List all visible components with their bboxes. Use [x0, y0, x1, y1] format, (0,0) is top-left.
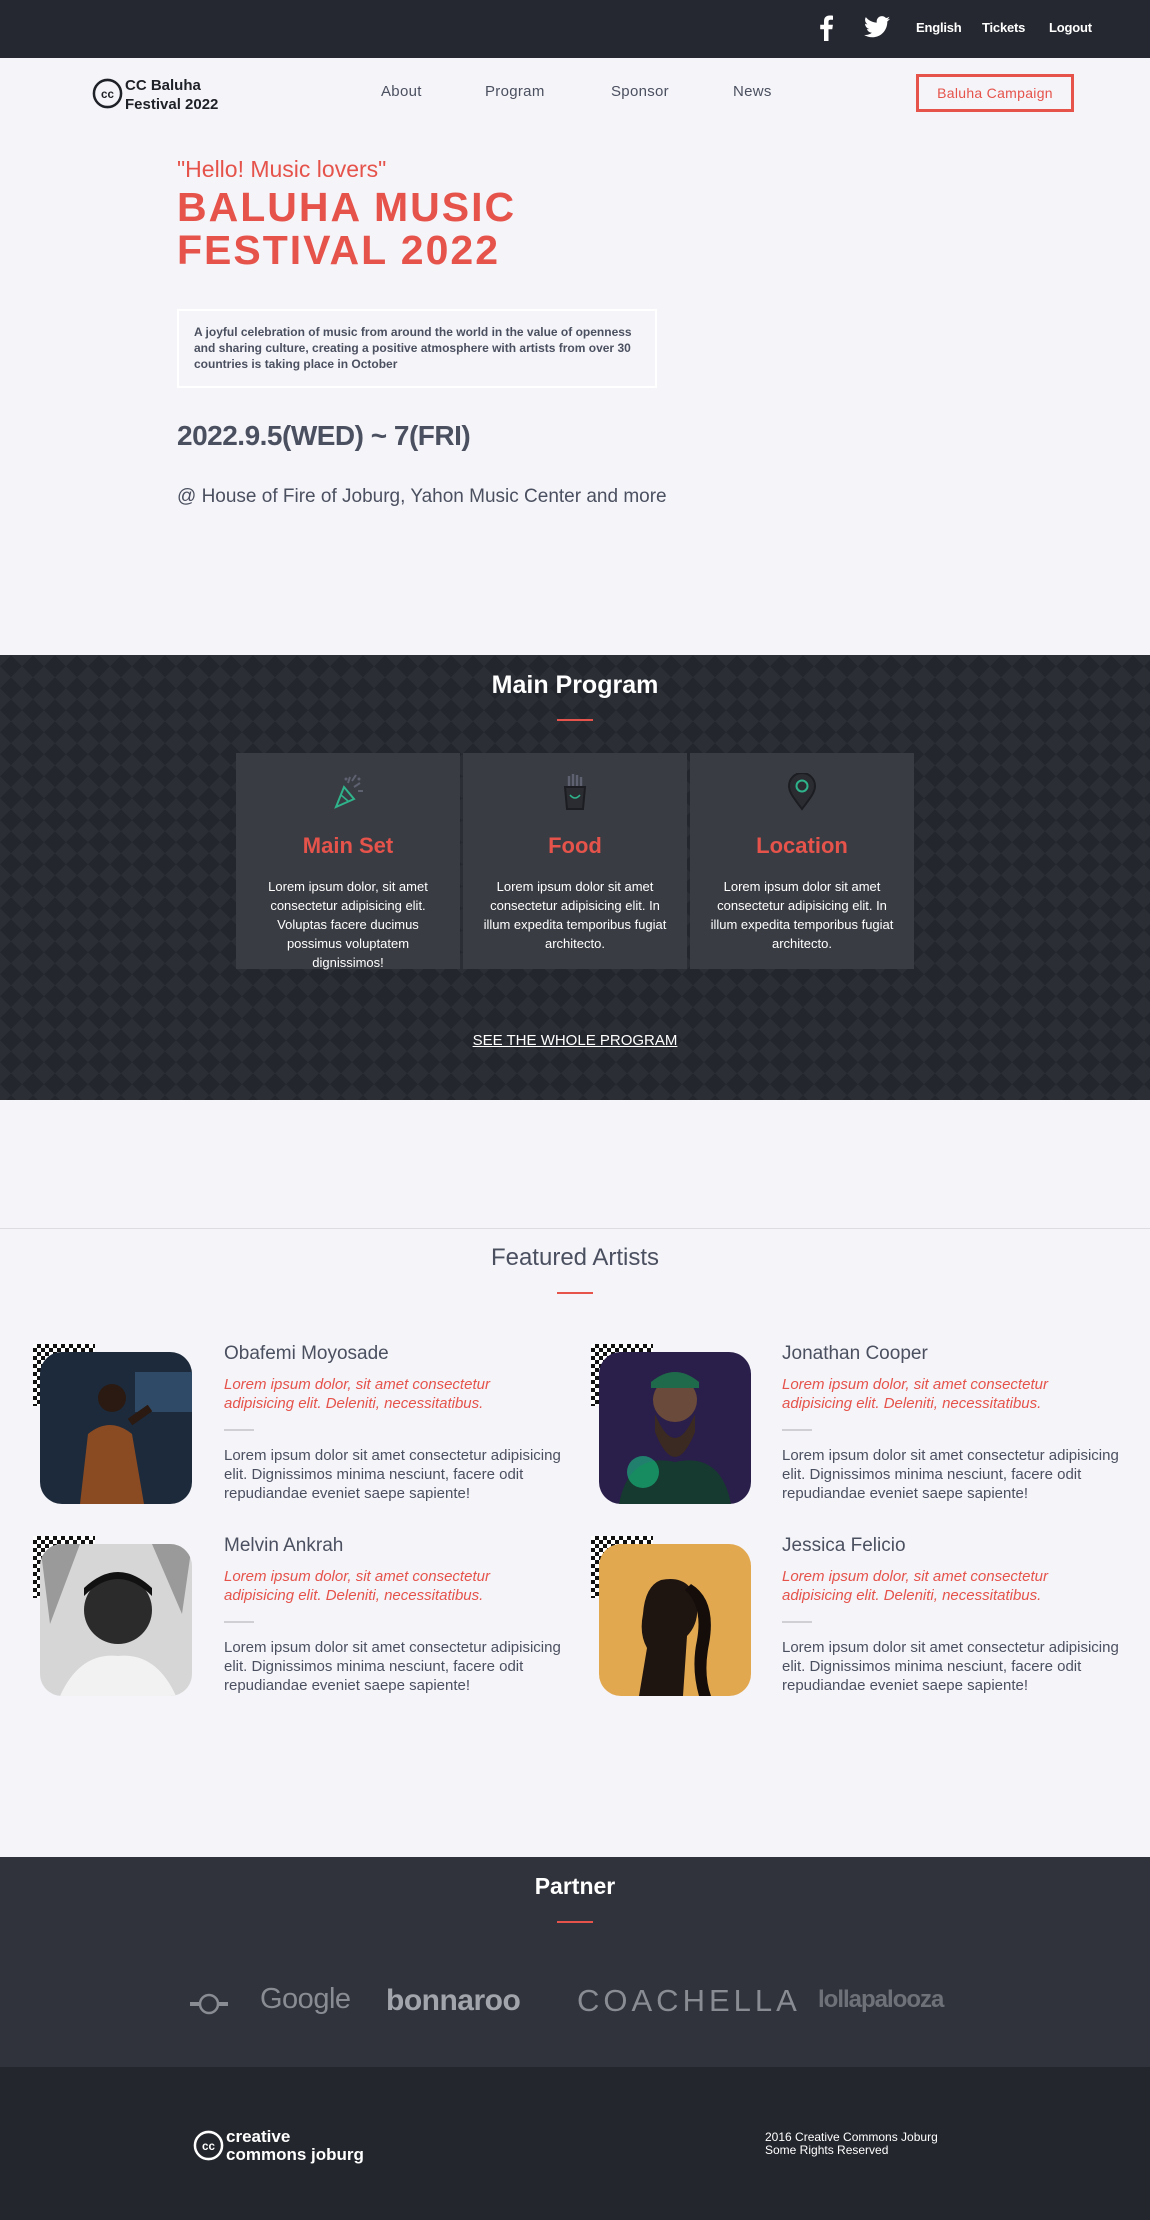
tickets-link[interactable]: Tickets	[982, 20, 1025, 35]
language-link[interactable]: English	[916, 20, 962, 35]
party-popper-icon	[334, 774, 363, 809]
partner-google-logo: Google	[260, 1983, 351, 2015]
creative-commons-icon: cc	[193, 2130, 224, 2161]
artist-divider	[224, 1429, 254, 1431]
program-title: Main Program	[491, 671, 659, 699]
footer-logo-line1: creative	[226, 2127, 291, 2146]
artist-photo	[40, 1544, 192, 1696]
artist-bio: Lorem ipsum dolor sit amet consectetur a…	[782, 1639, 1119, 1694]
artist-bio: Lorem ipsum dolor sit amet consectetur a…	[224, 1447, 561, 1502]
artist-name: Obafemi Moyosade	[224, 1343, 389, 1364]
artist-photo	[599, 1352, 751, 1504]
top-bar: English Tickets Logout	[0, 0, 1150, 58]
card-text: Lorem ipsum dolor, sit amet consectetur …	[268, 879, 428, 970]
partner-bonnaroo-logo: bonnaroo	[386, 1984, 521, 2017]
artist-name: Melvin Ankrah	[224, 1535, 344, 1556]
copyright-line2: Some Rights Reserved	[765, 2143, 889, 2157]
card-title: Location	[756, 833, 848, 858]
artists-title-accent	[557, 1292, 593, 1294]
hero-title-line1: BALUHA MUSIC	[177, 184, 517, 230]
card-text: Lorem ipsum dolor sit amet consectetur a…	[483, 879, 667, 951]
site-logo[interactable]: cc CC Baluha Festival 2022	[92, 75, 262, 115]
card-title: Food	[548, 833, 602, 858]
artist-name: Jessica Felicio	[782, 1535, 906, 1556]
program-card-main-set[interactable]: Main Set Lorem ipsum dolor, sit amet con…	[236, 753, 460, 970]
hero-greeting: "Hello! Music lovers"	[177, 156, 387, 182]
logout-link[interactable]: Logout	[1049, 20, 1092, 35]
hero-title-line2: FESTIVAL 2022	[177, 227, 500, 273]
artist-divider	[782, 1621, 812, 1623]
artist-divider	[224, 1621, 254, 1623]
artist-photo	[40, 1352, 192, 1504]
brand-name-line2: Festival 2022	[125, 96, 219, 113]
footer-logo[interactable]: cc creative commons joburg	[193, 2128, 393, 2168]
artist-bio: Lorem ipsum dolor sit amet consectetur a…	[224, 1639, 561, 1694]
card-title: Main Set	[302, 833, 394, 858]
hero-description: A joyful celebration of music from aroun…	[177, 309, 657, 388]
artist-quote: Lorem ipsum dolor, sit amet consectetur …	[782, 1568, 1048, 1604]
card-text: Lorem ipsum dolor sit amet consectetur a…	[710, 879, 894, 951]
brand-name-line1: CC Baluha	[125, 77, 201, 94]
artist-photo	[599, 1544, 751, 1696]
svg-text:cc: cc	[101, 88, 114, 101]
partner-coachella-logo: COACHELLA	[577, 1983, 801, 2018]
twitter-icon[interactable]	[864, 16, 890, 38]
nav-program[interactable]: Program	[485, 83, 545, 100]
fries-icon	[563, 774, 587, 810]
footer-logo-line2: commons joburg	[226, 2145, 364, 2164]
section-divider	[0, 1228, 1150, 1229]
artist-divider	[782, 1429, 812, 1431]
nav-news[interactable]: News	[733, 83, 772, 100]
svg-text:cc: cc	[202, 2140, 215, 2153]
artists-title: Featured Artists	[490, 1244, 660, 1271]
program-title-accent	[557, 719, 593, 721]
footer	[0, 2067, 1150, 2220]
footer-copyright: 2016 Creative Commons Joburg Some Rights…	[765, 2131, 938, 2157]
nav-about[interactable]: About	[381, 83, 422, 100]
partner-title-accent	[557, 1921, 593, 1923]
facebook-icon[interactable]	[818, 15, 834, 41]
artist-quote: Lorem ipsum dolor, sit amet consectetur …	[224, 1568, 490, 1604]
nav-sponsor[interactable]: Sponsor	[611, 83, 669, 100]
partner-lollapalooza-logo: lollapalooza	[818, 1986, 944, 2013]
artist-quote: Lorem ipsum dolor, sit amet consectetur …	[782, 1376, 1048, 1412]
partner-emblem-logo	[190, 1993, 228, 2015]
artist-quote: Lorem ipsum dolor, sit amet consectetur …	[224, 1376, 490, 1412]
campaign-button[interactable]: Baluha Campaign	[916, 74, 1074, 112]
see-whole-program-link[interactable]: SEE THE WHOLE PROGRAM	[0, 1032, 1150, 1049]
creative-commons-icon: cc	[92, 78, 123, 109]
artist-bio: Lorem ipsum dolor sit amet consectetur a…	[782, 1447, 1119, 1502]
map-pin-icon	[787, 773, 817, 811]
program-card-location[interactable]: Location Lorem ipsum dolor sit amet cons…	[690, 753, 914, 969]
festival-date: 2022.9.5(WED) ~ 7(FRI)	[177, 420, 471, 451]
partner-title: Partner	[534, 1873, 616, 1899]
program-card-food[interactable]: Food Lorem ipsum dolor sit amet consecte…	[463, 753, 687, 969]
festival-venue: @ House of Fire of Joburg, Yahon Music C…	[177, 486, 667, 507]
hero-title: BALUHA MUSIC FESTIVAL 2022	[177, 186, 516, 272]
artist-name: Jonathan Cooper	[782, 1343, 928, 1364]
